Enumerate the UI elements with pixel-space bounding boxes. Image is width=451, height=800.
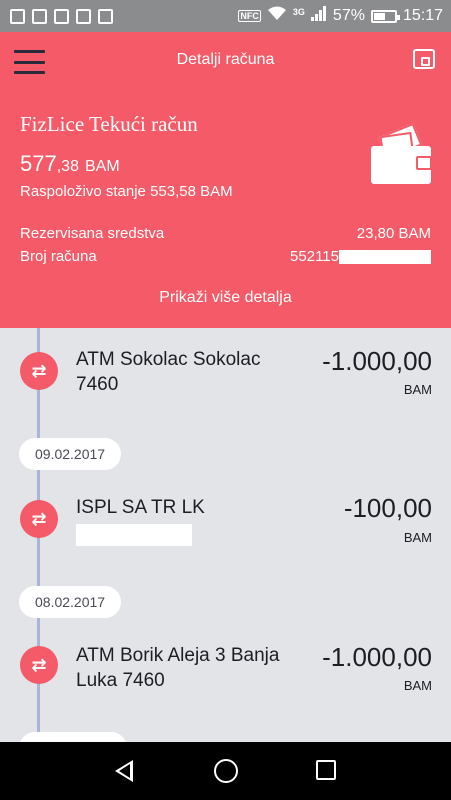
balance-main: 577	[20, 151, 57, 176]
balance: 577,38 BAM	[20, 151, 120, 177]
transaction-title: ISPL SA TR LK	[76, 497, 205, 518]
status-bar: NFC 3G 57% 15:17	[0, 0, 451, 32]
date-separator: 08.02.2017	[19, 586, 122, 618]
account-number-row: Broj računa 552115	[20, 248, 431, 265]
transaction-title: ATM Borik Aleja 3 Banja Luka 7460	[76, 645, 280, 691]
back-icon[interactable]	[115, 760, 133, 782]
transaction-amount: -100,00	[343, 493, 432, 523]
mail-notification-icon	[54, 8, 69, 24]
transaction-currency: BAM	[403, 530, 432, 545]
image-notification-icon	[10, 8, 25, 24]
available-balance: Raspoloživo stanje 553,58 BAM	[20, 183, 233, 200]
battery-fill	[373, 12, 385, 20]
transaction-amount: -1.000,00	[322, 642, 432, 672]
transfer-icon: ⇄	[20, 646, 58, 684]
notification-icons	[0, 8, 113, 24]
transaction-currency: BAM	[403, 382, 432, 397]
transaction-currency: BAM	[403, 678, 432, 693]
reserved-funds-label: Rezervisana sredstva	[20, 225, 165, 242]
transfer-icon: ⇄	[20, 500, 58, 538]
nfc-icon: NFC	[238, 10, 261, 22]
wifi-icon	[267, 6, 287, 26]
wallet-illustration-icon	[367, 122, 435, 186]
transaction-amount: -1.000,00	[322, 346, 432, 376]
battery-icon	[370, 9, 400, 23]
transaction-title: ATM Sokolac Sokolac 7460	[76, 349, 261, 395]
account-number-value: 552115	[290, 248, 431, 265]
app-notification-icon	[76, 8, 91, 24]
date-separator-partial	[19, 732, 127, 742]
redacted-mask	[339, 250, 431, 265]
system-indicators: NFC 3G 57% 15:17	[238, 6, 451, 26]
reserved-funds-row: Rezervisana sredstva 23,80 BAM	[20, 225, 431, 242]
account-header: Detalji računa FizLice Tekući račun 577,…	[0, 32, 451, 328]
date-separator: 09.02.2017	[19, 438, 122, 470]
show-more-details-button[interactable]: Prikaži više detalja	[0, 289, 451, 307]
balance-decimal: ,38	[56, 158, 79, 175]
account-number-label: Broj računa	[20, 248, 97, 265]
network-type-label: 3G	[292, 7, 305, 17]
redacted-mask	[76, 524, 192, 546]
transfer-icon: ⇄	[20, 352, 58, 390]
battery-percent: 57%	[332, 7, 365, 24]
call-notification-icon	[32, 8, 47, 24]
recent-apps-icon[interactable]	[316, 760, 336, 780]
home-icon[interactable]	[214, 759, 238, 783]
signal-icon	[310, 6, 327, 26]
wallet-icon[interactable]	[413, 49, 435, 69]
balance-currency: BAM	[84, 158, 120, 175]
system-navigation-bar	[0, 742, 451, 800]
page-title: Detalji računa	[176, 51, 275, 68]
reserved-funds-value: 23,80 BAM	[356, 225, 431, 242]
clock: 15:17	[402, 7, 443, 24]
chat-notification-icon	[98, 8, 113, 24]
account-name: FizLice Tekući račun	[20, 112, 198, 136]
transaction-list[interactable]: ⇄ ATM Sokolac Sokolac 7460 -1.000,00 BAM…	[0, 328, 451, 742]
